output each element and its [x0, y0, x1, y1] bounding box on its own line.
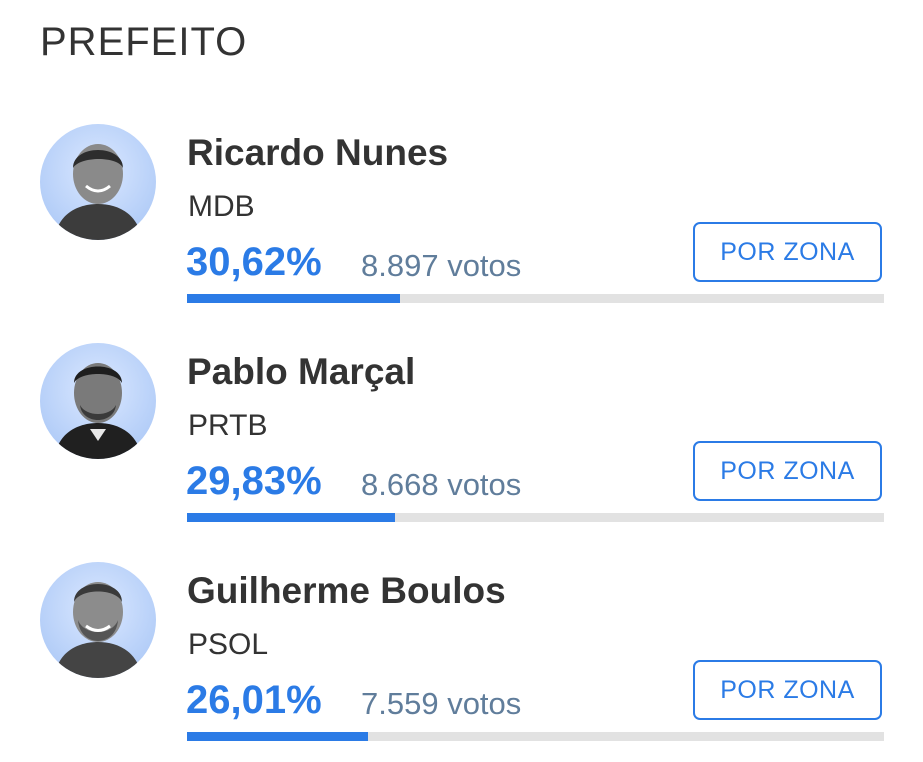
candidate-avatar-icon	[40, 343, 156, 459]
candidate-votes: 8.668 votos	[361, 467, 522, 502]
por-zona-button[interactable]: POR ZONA	[693, 660, 882, 720]
candidate-card: Pablo Marçal PRTB 29,83% 8.668 votos POR…	[0, 343, 923, 543]
candidate-percent: 26,01%	[186, 678, 322, 722]
candidate-avatar-icon	[40, 562, 156, 678]
section-title: PREFEITO	[40, 20, 248, 64]
candidate-card: Guilherme Boulos PSOL 26,01% 7.559 votos…	[0, 562, 923, 762]
candidate-card: Ricardo Nunes MDB 30,62% 8.897 votos POR…	[0, 124, 923, 324]
vote-share-bar	[187, 294, 884, 303]
candidate-avatar-icon	[40, 124, 156, 240]
candidate-party: MDB	[188, 190, 255, 223]
candidate-votes: 8.897 votos	[361, 248, 522, 283]
vote-share-bar	[187, 513, 884, 522]
vote-share-bar-fill	[187, 513, 395, 522]
vote-share-bar-fill	[187, 732, 369, 741]
candidate-party: PRTB	[188, 409, 268, 442]
por-zona-button[interactable]: POR ZONA	[693, 441, 882, 501]
candidate-votes: 7.559 votos	[361, 686, 522, 721]
candidate-name: Pablo Marçal	[187, 351, 416, 392]
candidate-party: PSOL	[188, 628, 269, 661]
vote-share-bar	[187, 732, 884, 741]
por-zona-button[interactable]: POR ZONA	[693, 222, 882, 282]
candidate-percent: 29,83%	[186, 459, 322, 503]
candidate-name: Ricardo Nunes	[187, 132, 449, 173]
vote-share-bar-fill	[187, 294, 401, 303]
candidate-name: Guilherme Boulos	[187, 570, 506, 611]
candidate-percent: 30,62%	[186, 240, 322, 284]
